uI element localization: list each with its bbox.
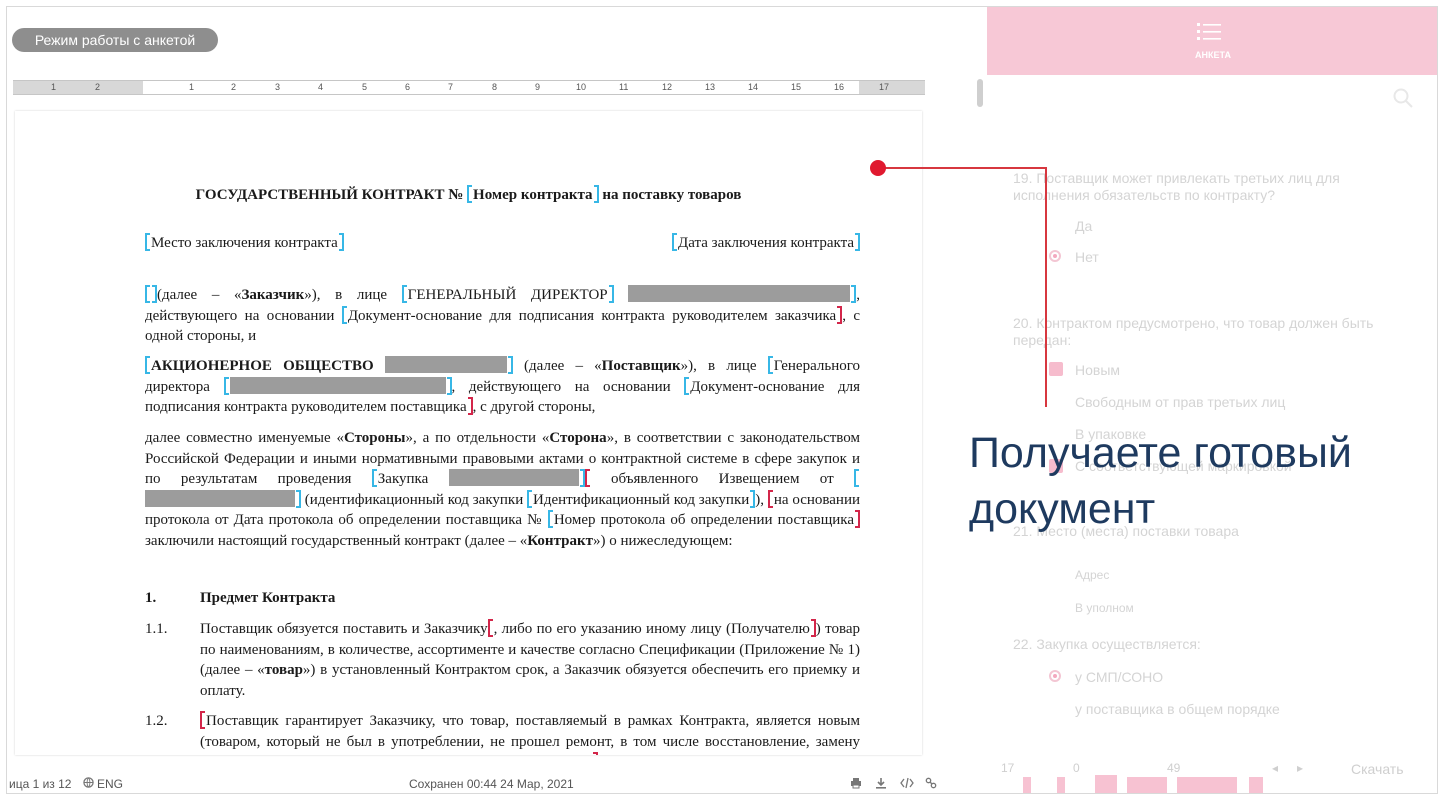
radio-smp[interactable] [1049,670,1061,682]
progress-bar [1249,777,1263,793]
callout-line [1045,167,1047,407]
question-20: 20. Контрактом предусмотрено, что товар … [1013,315,1374,348]
app-frame: Режим работы с анкетой 1 2 1 2 3 4 5 6 7… [6,6,1438,794]
clause-1-1: Поставщик обязуется поставить и Заказчик… [200,619,860,699]
ruler-label: 9 [535,82,541,92]
globe-icon[interactable] [83,777,94,791]
vertical-scrollbar[interactable] [977,79,983,107]
clause-1-2: Поставщик гарантирует Заказчику, что тов… [200,711,860,755]
option-new[interactable]: Новым [1075,362,1120,379]
list-icon [1197,23,1221,40]
ruler-label: 6 [405,82,411,92]
progress-bar [1127,777,1167,793]
nav-total: 49 [1167,761,1181,775]
redacted-block [628,285,851,302]
progress-bar [1023,777,1031,793]
redacted-block [145,489,295,507]
questionnaire-label: АНКЕТА [1195,50,1231,60]
search-icon[interactable] [1392,87,1414,109]
section-1-title: Предмет Контракта [200,590,336,606]
ruler-label: 1 [189,82,195,92]
option-general[interactable]: у поставщика в общем порядке [1075,701,1280,718]
redacted-block [229,376,446,394]
clause-1-1-number: 1.1. [145,621,168,637]
ruler-label: 7 [448,82,454,92]
questionnaire-mode-button[interactable]: Режим работы с анкетой [12,28,218,52]
link-icon[interactable] [925,777,937,792]
ruler-label: 10 [576,82,587,92]
download-button[interactable]: Скачать [1351,761,1404,777]
ruler-label: 17 [879,82,890,92]
prev-icon[interactable]: ◂ [1272,761,1278,775]
callout-dot [870,160,886,176]
ruler-label: 16 [834,82,845,92]
ruler-label: 1 [51,82,57,92]
date-field[interactable]: Дата заключения контракта [678,235,854,251]
ruler-label: 2 [95,82,101,92]
callout-caption: Получаете готовый документ [969,429,1352,533]
status-bar: ица 1 из 12 ENG Сохранен 00:44 24 Мар, 2… [7,773,987,793]
print-icon[interactable] [850,777,862,792]
supplier-paragraph: АКЦИОНЕРНОЕ ОБЩЕСТВО (далее – «Поставщик… [145,356,861,415]
ruler-label: 8 [492,82,498,92]
questionnaire-panel: АНКЕТА 19. Поставщик может привлекать тр… [987,7,1437,793]
document-page[interactable]: ГОСУДАРСТВЕННЫЙ КОНТРАКТ № Номер контрак… [15,111,922,755]
language-indicator[interactable]: ENG [97,777,123,791]
delivery-address-2[interactable]: В уполном [1075,600,1134,617]
place-date-line: Место заключения контракта Дата заключен… [145,233,860,254]
download-icon[interactable] [875,777,887,792]
ruler-label: 5 [362,82,368,92]
progress-bar [1177,777,1237,793]
contract-title: ГОСУДАРСТВЕННЫЙ КОНТРАКТ № Номер контрак… [195,185,742,203]
progress-bar [1057,777,1065,793]
option-yes[interactable]: Да [1075,218,1092,235]
ruler-label: 15 [791,82,802,92]
ruler-label: 4 [318,82,324,92]
place-field[interactable]: Место заключения контракта [151,235,338,251]
redacted-block [448,469,579,486]
code-icon[interactable] [900,777,914,792]
ruler-label: 13 [705,82,716,92]
ruler-label: 11 [619,82,629,92]
option-smp[interactable]: у СМП/СОНО [1075,669,1163,686]
ruler[interactable]: 1 2 1 2 3 4 5 6 7 8 9 10 11 12 13 14 15 … [13,80,925,95]
option-free-of-rights[interactable]: Свободным от прав третьих лиц [1075,394,1285,411]
progress-bar [1095,775,1117,793]
question-22: 22. Закупка осуществляется: [1013,636,1201,652]
ruler-label: 14 [748,82,759,92]
redacted-block [384,356,507,373]
next-icon[interactable]: ▸ [1297,761,1303,775]
question-19: 19. Поставщик может привлекать третьих л… [1013,170,1340,203]
callout-line [878,167,1047,169]
panel-navigation: 17 0 49 ◂ ▸ Скачать [987,759,1437,793]
checkbox-new[interactable] [1049,362,1063,376]
option-no[interactable]: Нет [1075,249,1099,266]
delivery-address[interactable]: Адрес [1075,567,1109,584]
ruler-label: 12 [662,82,673,92]
document-editor: Режим работы с анкетой 1 2 1 2 3 4 5 6 7… [7,7,987,793]
ruler-label: 2 [231,82,237,92]
nav-skipped: 0 [1073,761,1080,775]
radio-no[interactable] [1049,250,1061,262]
clause-1-2-number: 1.2. [145,713,168,729]
section-1-number: 1. [145,590,157,606]
save-status: Сохранен 00:44 24 Мар, 2021 [409,777,574,791]
questionnaire-header[interactable]: АНКЕТА [987,7,1437,75]
page-counter: ица 1 из 12 [9,777,72,791]
ruler-label: 3 [275,82,281,92]
parties-paragraph: далее совместно именуемые «Стороны», а п… [145,430,860,549]
customer-paragraph: (далее – «Заказчик»), в лице ГЕНЕРАЛЬНЫЙ… [145,285,860,344]
ruler-ticks: 1 2 1 2 3 4 5 6 7 8 9 10 11 12 13 14 15 … [13,81,925,94]
nav-answered: 17 [1001,761,1015,775]
